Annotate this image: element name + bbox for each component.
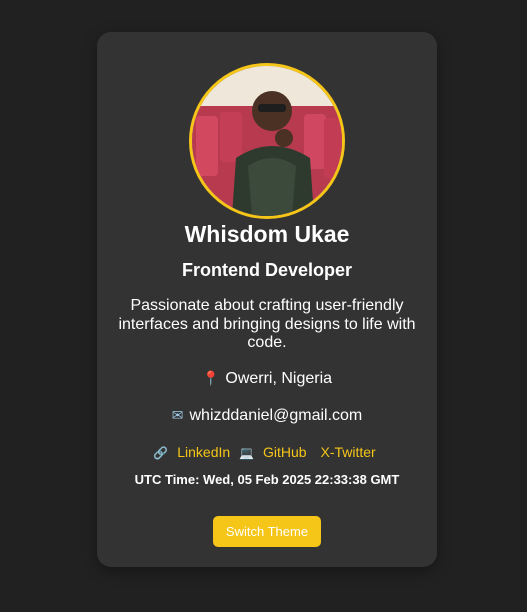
email-text: whizddaniel@gmail.com — [189, 407, 363, 424]
profile-bio: Passionate about crafting user-friendly … — [118, 297, 416, 351]
github-link[interactable]: GitHub — [263, 444, 307, 460]
laptop-icon: 💻 — [239, 446, 255, 460]
avatar — [189, 63, 345, 219]
utc-time: UTC Time: Wed, 05 Feb 2025 22:33:38 GMT — [134, 472, 400, 487]
social-links: 🔗 LinkedIn 💻 GitHub X-Twitter — [97, 444, 437, 460]
email-row: ✉ whizddaniel@gmail.com — [97, 407, 437, 425]
profile-role: Frontend Developer — [181, 260, 353, 280]
link-icon: 🔗 — [153, 446, 169, 460]
switch-theme-button[interactable]: Switch Theme — [213, 516, 321, 547]
linkedin-link[interactable]: LinkedIn — [177, 444, 230, 460]
profile-name: Whisdom Ukae — [184, 221, 350, 247]
avatar-photo — [192, 66, 342, 216]
profile-card: Whisdom Ukae Frontend Developer Passiona… — [97, 32, 437, 567]
location-text: Owerri, Nigeria — [225, 370, 333, 387]
twitter-link[interactable]: X-Twitter — [320, 444, 375, 460]
pin-icon: 📍 — [201, 371, 220, 387]
location-row: 📍 Owerri, Nigeria — [97, 370, 437, 388]
email-icon: ✉ — [171, 408, 184, 424]
